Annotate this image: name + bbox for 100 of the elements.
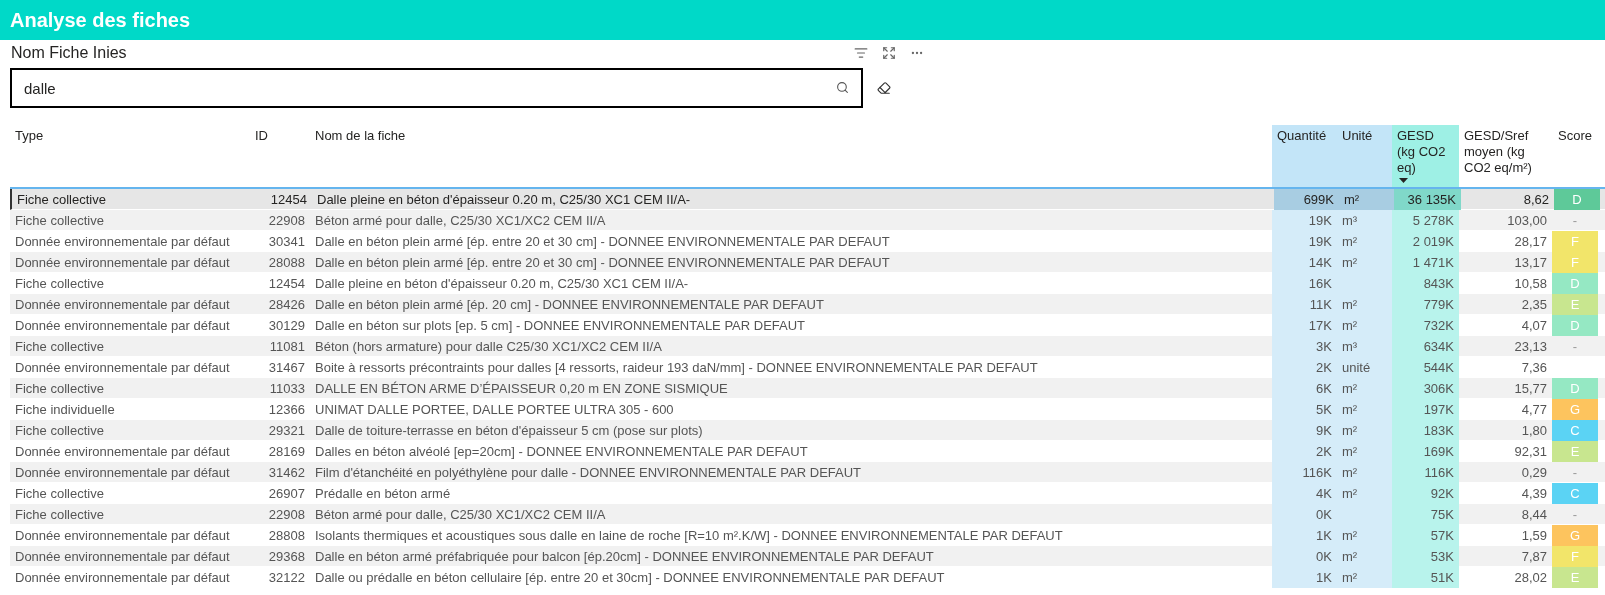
table-cell: Dalle en béton plein armé [ép. 20 cm] - DONNEE ENVIRONNEMENTALE PAR DEFAUT	[315, 297, 824, 312]
table-row[interactable]: Donnée environnementale par défaut 28088 Dalle en béton plein armé [ép. entre 20 et 30 cm] - DONNEE ENVIRONNEMENTALE PAR DEFAUT 14K m² 1 471K 13,17 F	[10, 252, 1605, 273]
table-cell: m²	[1342, 381, 1358, 396]
table-cell: Film d'étanchéité en polyéthylène pour dalle - DONNEE ENVIRONNEMENTALE PAR DEFAUT	[315, 465, 862, 480]
table-cell: 699K	[1303, 192, 1334, 207]
search-icon[interactable]	[836, 81, 849, 94]
table-cell: Donnée environnementale par défaut	[15, 234, 230, 249]
table-cell: 6K	[1316, 381, 1332, 396]
table-row[interactable]: Fiche collective 11033 DALLE EN BÉTON ARME D’ÉPAISSEUR 0,20 m EN ZONE SISMIQUE 6K m² 306K 15,77 D	[10, 378, 1605, 399]
table-cell: 53K	[1430, 549, 1454, 564]
table-cell: 92K	[1430, 486, 1454, 501]
table-cell: Donnée environnementale par défaut	[15, 570, 230, 585]
table-cell: 19K	[1308, 213, 1332, 228]
column-header[interactable]: GESD/Sref moyen (kg CO2 eq/m²)	[1459, 125, 1552, 187]
table-cell: 28,02	[1514, 570, 1547, 585]
table-cell: Béton (hors armature) pour dalle C25/30 XC1/XC2 CEM II/A	[315, 339, 662, 354]
score-badge: F	[1552, 546, 1598, 567]
score-badge: D	[1552, 273, 1598, 294]
table-cell: 306K	[1423, 381, 1454, 396]
table-cell: 19K	[1308, 234, 1332, 249]
table-cell: Fiche collective	[15, 213, 104, 228]
column-header[interactable]: Score	[1552, 125, 1598, 187]
table-row[interactable]: Fiche collective 22908 Béton armé pour dalle, C25/30 XC1/XC2 CEM II/A 0K 75K 8,44 -	[10, 504, 1605, 525]
table-cell: Dalle pleine en béton d'épaisseur 0.20 m, C25/30 XC1 CEM II/A-	[315, 276, 689, 291]
column-header[interactable]: Type	[10, 125, 250, 187]
column-header[interactable]: Nom de la fiche	[310, 125, 1272, 187]
table-cell: 4,77	[1521, 402, 1547, 417]
table-row[interactable]: Donnée environnementale par défaut 31462 Film d'étanchéité en polyéthylène pour dalle - DONNEE ENVIRONNEMENTALE PAR DEFAUT 116K m² 116K 0,29 -	[10, 462, 1605, 483]
table-cell: 11033	[269, 381, 305, 396]
table-row[interactable]: Fiche collective 12454 Dalle pleine en béton d'épaisseur 0.20 m, C25/30 XC1 CEM II/A- 699K m² 36 135K 8,62 D	[10, 189, 1605, 210]
table-row[interactable]: Fiche collective 11081 Béton (hors armature) pour dalle C25/30 XC1/XC2 CEM II/A 3K m³ 634K 23,13 -	[10, 336, 1605, 357]
table-cell: 544K	[1423, 360, 1454, 375]
table-cell: 11081	[269, 339, 305, 354]
table-cell: Donnée environnementale par défaut	[15, 318, 230, 333]
table-cell: 197K	[1423, 402, 1454, 417]
score-badge: F	[1552, 252, 1598, 273]
filter-icon[interactable]	[854, 46, 868, 60]
table-cell: 169K	[1423, 444, 1454, 459]
table-cell: 4,07	[1521, 318, 1547, 333]
table-cell: Fiche collective	[15, 381, 104, 396]
score-label: -	[1572, 213, 1578, 228]
table-cell: 14K	[1308, 255, 1332, 270]
table-cell: Donnée environnementale par défaut	[15, 360, 230, 375]
table-cell: 17K	[1308, 318, 1332, 333]
table-cell: 2K	[1316, 360, 1332, 375]
table-cell: Fiche collective	[17, 192, 106, 207]
eraser-icon[interactable]	[877, 81, 891, 95]
table-cell: 12454	[270, 192, 307, 207]
column-header[interactable]: ID	[250, 125, 310, 187]
column-header[interactable]: Unité	[1337, 125, 1392, 187]
search-field[interactable]: dalle	[10, 68, 863, 108]
table-cell: 36 135K	[1407, 192, 1456, 207]
table-cell: 28088	[268, 255, 305, 270]
table-cell: Dalle en béton armé préfabriquée pour balcon [ép.20cm] - DONNEE ENVIRONNEMENTALE PAR DEFAUT	[315, 549, 934, 564]
table-cell: m²	[1342, 549, 1358, 564]
table-cell: 0K	[1316, 549, 1332, 564]
table-cell: m²	[1342, 402, 1358, 417]
table-cell: m²	[1342, 570, 1358, 585]
table-cell: Dalles en béton alvéolé [ep=20cm] - DONNEE ENVIRONNEMENTALE PAR DEFAUT	[315, 444, 808, 459]
table-cell: 13,17	[1514, 255, 1547, 270]
table-cell: m²	[1342, 234, 1358, 249]
table-cell: 28808	[268, 528, 305, 543]
score-label: -	[1572, 339, 1578, 354]
table-cell: m²	[1344, 192, 1360, 207]
table-cell: 843K	[1423, 276, 1454, 291]
table-cell: 8,44	[1521, 507, 1547, 522]
table-cell: m²	[1342, 423, 1358, 438]
table-cell: 9K	[1316, 423, 1332, 438]
table-row[interactable]: Fiche collective 29321 Dalle de toiture-terrasse en béton d'épaisseur 5 cm (pose sur plots) 9K m² 183K 1,80 C	[10, 420, 1605, 441]
table-row[interactable]: Fiche collective 22908 Béton armé pour dalle, C25/30 XC1/XC2 CEM II/A 19K m³ 5 278K 103,00 -	[10, 210, 1605, 231]
table-row[interactable]: Donnée environnementale par défaut 29368 Dalle en béton armé préfabriquée pour balcon [ép.20cm] - DONNEE ENVIRONNEMENTALE PAR DEFAUT 0K m² 53K 7,87 F	[10, 546, 1605, 567]
table-cell: 26907	[268, 486, 305, 501]
score-badge: D	[1552, 315, 1598, 336]
score-badge: G	[1552, 399, 1598, 420]
table-cell: m³	[1342, 213, 1358, 228]
table-cell: Fiche collective	[15, 507, 104, 522]
table-cell: 10,58	[1514, 276, 1547, 291]
table-cell: Donnée environnementale par défaut	[15, 549, 230, 564]
focus-mode-icon[interactable]	[882, 46, 896, 60]
score-badge: E	[1552, 294, 1598, 315]
table-cell: 12366	[268, 402, 305, 417]
table-cell: 31462	[268, 465, 305, 480]
column-header[interactable]: Quantité	[1272, 125, 1337, 187]
table-cell: Donnée environnementale par défaut	[15, 255, 230, 270]
table-cell: Béton armé pour dalle, C25/30 XC1/XC2 CEM II/A	[315, 213, 606, 228]
score-label: -	[1572, 507, 1578, 522]
table-cell: 3K	[1316, 339, 1332, 354]
table-cell: Fiche collective	[15, 276, 104, 291]
table-cell: Dalle pleine en béton d'épaisseur 0.20 m, C25/30 XC1 CEM II/A-	[317, 192, 691, 207]
table-cell: 2K	[1316, 444, 1332, 459]
table-cell: 28169	[268, 444, 305, 459]
column-header[interactable]: GESD (kg CO2 eq)	[1392, 125, 1459, 187]
table-cell: 116K	[1302, 465, 1332, 480]
table-cell: 28426	[268, 297, 305, 312]
table-cell: 75K	[1430, 507, 1454, 522]
table-row[interactable]: Donnée environnementale par défaut 28426 Dalle en béton plein armé [ép. 20 cm] - DONNEE ENVIRONNEMENTALE PAR DEFAUT 11K m² 779K 2,35 E	[10, 294, 1605, 315]
table-cell: 30129	[268, 318, 305, 333]
table-cell: 779K	[1423, 297, 1454, 312]
table-cell: Dalle de toiture-terrasse en béton d'épaisseur 5 cm (pose sur plots)	[315, 423, 703, 438]
table-cell: Prédalle en béton armé	[315, 486, 451, 501]
